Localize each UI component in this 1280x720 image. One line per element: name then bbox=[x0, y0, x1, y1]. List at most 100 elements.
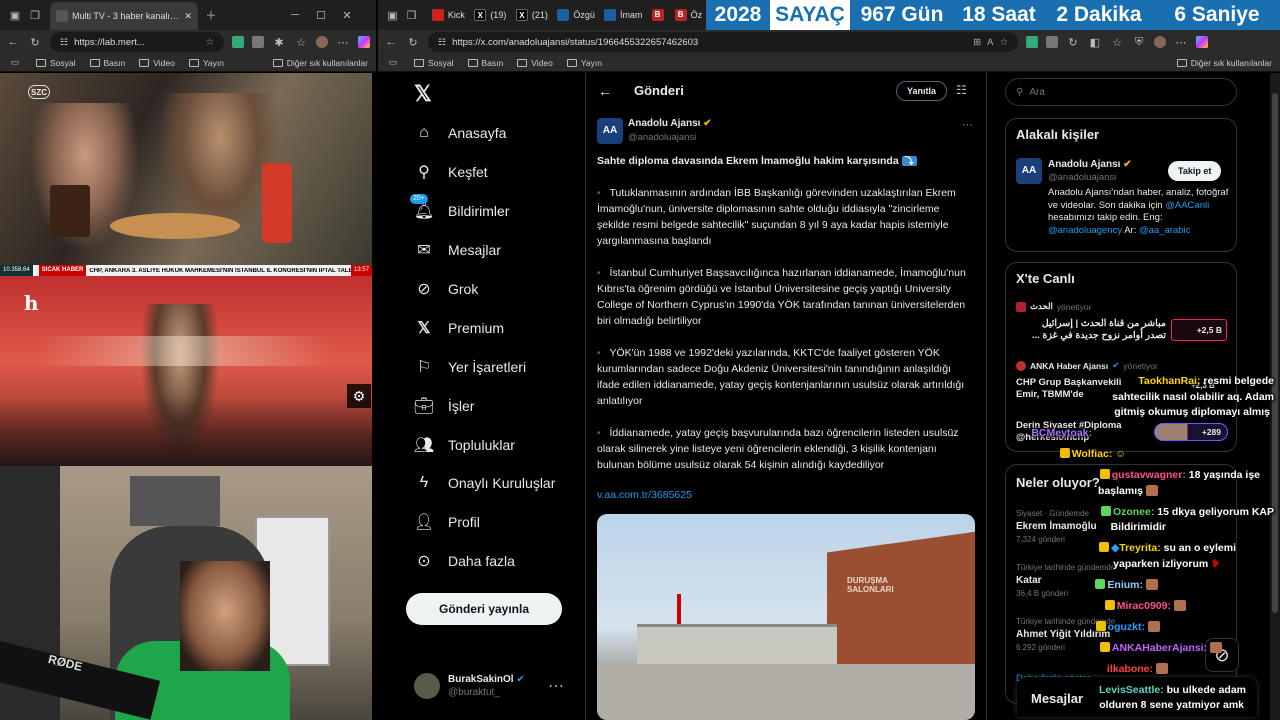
bookmark-sosyal[interactable]: Sosyal bbox=[414, 58, 454, 68]
site-info-icon[interactable]: ☷ bbox=[60, 37, 68, 48]
extension-icon-2[interactable] bbox=[252, 36, 264, 48]
account-switcher[interactable]: BurakSakinOl ✔ @buraktut_ ⋯ bbox=[414, 673, 564, 699]
avatar[interactable] bbox=[316, 36, 328, 48]
tweet-link[interactable]: v.aa.com.tr/3685625 bbox=[597, 489, 692, 501]
live1-host-row[interactable]: الحدث yönetiyor bbox=[1016, 301, 1091, 312]
right-tab-bar: ▣ ❐ Kick X (19) X (21) Özgü İmam B B Öz bbox=[378, 0, 706, 30]
menu-dots-icon[interactable]: ⋯ bbox=[336, 35, 350, 49]
live2-title[interactable]: CHP Grup Başkanvekili Emir, TBMM'de bbox=[1016, 377, 1121, 401]
bookmark-sosyal[interactable]: Sosyal bbox=[36, 58, 76, 68]
copilot-icon[interactable] bbox=[1196, 36, 1208, 48]
tab-x-19[interactable]: X (19) bbox=[468, 3, 510, 27]
shield-icon[interactable]: ⛨ bbox=[1132, 35, 1146, 49]
extension-icon-2[interactable] bbox=[1046, 36, 1058, 48]
nav-item-home[interactable]: ⌂ Anasayfa bbox=[414, 123, 506, 143]
bookmark-yayin[interactable]: Yayın bbox=[566, 58, 602, 68]
scrollbar-thumb[interactable] bbox=[1272, 93, 1278, 613]
live1-listeners[interactable]: +2,5 B bbox=[1171, 319, 1227, 341]
nav-item-more[interactable]: ⊙ Daha fazla bbox=[414, 551, 515, 571]
search-input[interactable]: ⚲ Ara bbox=[1005, 78, 1237, 106]
bookmark-basin[interactable]: Basın bbox=[467, 58, 503, 68]
refresh-icon[interactable]: ↻ bbox=[406, 35, 420, 49]
extension-icon[interactable] bbox=[1026, 36, 1038, 48]
bookmark-yayin[interactable]: Yayın bbox=[188, 58, 224, 68]
window-close-icon[interactable]: ✕ bbox=[340, 8, 354, 22]
new-tab-icon[interactable]: ＋ bbox=[204, 8, 218, 22]
tab-kick[interactable]: Kick bbox=[426, 3, 468, 27]
nav-item-messages[interactable]: ✉ Mesajlar bbox=[414, 240, 501, 260]
workspaces-icon[interactable]: ▣ bbox=[8, 8, 22, 22]
maximize-icon[interactable]: ☐ bbox=[314, 8, 328, 22]
trend-item[interactable]: Siyaset · Gündemde Ekrem İmamoğlu 7.324 gö… bbox=[1016, 507, 1097, 546]
nav-item-explore[interactable]: ⚲ Keşfet bbox=[414, 162, 488, 182]
tab-actions-icon[interactable]: ❐ bbox=[28, 8, 42, 22]
related-name-row[interactable]: Anadolu Ajansı ✔ bbox=[1048, 159, 1132, 170]
tab-actions-icon[interactable]: ❐ bbox=[405, 8, 418, 22]
tab-ozgur-1[interactable]: Özgü bbox=[551, 3, 598, 27]
read-aloud-icon[interactable]: A bbox=[987, 37, 993, 48]
app-available-icon[interactable]: ⊞ bbox=[973, 37, 981, 48]
bookmark-video[interactable]: Video bbox=[139, 58, 175, 68]
settings-sliders-icon[interactable]: ☷ bbox=[956, 83, 967, 97]
star-icon[interactable]: ☆ bbox=[205, 37, 214, 48]
back-icon[interactable]: ← bbox=[384, 35, 398, 49]
menu-dots-icon[interactable]: ⋯ bbox=[1174, 35, 1188, 49]
nav-item-bookmarks[interactable]: ⚐ Yer İşaretleri bbox=[414, 357, 526, 377]
refresh-ext-icon[interactable]: ↻ bbox=[1066, 35, 1080, 49]
star-icon[interactable]: ☆ bbox=[999, 37, 1008, 48]
post-button[interactable]: Gönderi yayınla bbox=[406, 593, 562, 625]
stream-szc-video[interactable]: SZC bbox=[0, 73, 372, 265]
more-dots-icon[interactable]: ⋯ bbox=[962, 118, 973, 131]
minimize-icon[interactable]: ─ bbox=[288, 8, 302, 22]
related-avatar[interactable]: AA bbox=[1016, 158, 1042, 184]
close-icon[interactable]: ✕ bbox=[184, 11, 192, 22]
right-url-field[interactable]: ☷ https://x.com/anadoluajansi/status/196… bbox=[428, 32, 1018, 52]
nav-item-verified-orgs[interactable]: ϟ Onaylı Kuruluşlar bbox=[414, 473, 556, 493]
nav-item-premium[interactable]: 𝕏 Premium bbox=[414, 318, 504, 338]
refresh-icon[interactable]: ↻ bbox=[28, 35, 42, 49]
workspaces-icon[interactable]: ▣ bbox=[386, 8, 399, 22]
bookmark-basin[interactable]: Basın bbox=[89, 58, 125, 68]
x-logo-icon[interactable]: 𝕏 bbox=[414, 81, 432, 107]
tweet-image[interactable]: DURUŞMA SALONLARI bbox=[597, 514, 975, 720]
reading-icon[interactable]: ▭ bbox=[386, 56, 400, 70]
tab-x-21[interactable]: X (21) bbox=[510, 3, 552, 27]
bio-link[interactable]: @aa_arabic bbox=[1139, 225, 1190, 236]
author-name-row[interactable]: Anadolu Ajansı ✔ bbox=[628, 118, 712, 129]
live1-title[interactable]: مباشر من قناة الحدث | إسرائيل تصدر أوامر … bbox=[1016, 318, 1166, 342]
back-icon[interactable]: ← bbox=[6, 35, 20, 49]
bio-link[interactable]: @anadoluagency bbox=[1048, 225, 1122, 236]
live3-listeners[interactable]: +289 bbox=[1154, 423, 1228, 441]
copilot-icon[interactable] bbox=[358, 36, 370, 48]
reading-icon[interactable]: ▭ bbox=[8, 56, 22, 70]
extensions-puzzle-icon[interactable]: ✱ bbox=[272, 35, 286, 49]
nav-label: Premium bbox=[448, 320, 505, 336]
back-arrow-icon[interactable]: ← bbox=[598, 83, 612, 99]
split-screen-icon[interactable]: ◧ bbox=[1088, 35, 1102, 49]
nav-item-jobs[interactable]: 💼︎ İşler bbox=[414, 396, 475, 416]
nav-item-communities[interactable]: 👥︎ Topluluklar bbox=[414, 435, 515, 455]
author-avatar[interactable]: AA bbox=[597, 118, 623, 144]
left-url-field[interactable]: ☷ https://lab.mert... ☆ bbox=[50, 32, 224, 52]
other-bookmarks[interactable]: Diğer sık kullanılanlar bbox=[272, 58, 368, 68]
avatar[interactable] bbox=[1154, 36, 1166, 48]
bookmark-video[interactable]: Video bbox=[517, 58, 553, 68]
nav-item-notifications[interactable]: 🔔︎ 20+ Bildirimler bbox=[410, 194, 509, 221]
favorites-icon[interactable]: ☆ bbox=[1110, 35, 1124, 49]
live2-host-row[interactable]: ANKA Haber Ajansı ✔ yönetiyor bbox=[1016, 360, 1158, 371]
follow-button[interactable]: Takip et bbox=[1168, 161, 1222, 181]
reply-button[interactable]: Yanıtla bbox=[896, 81, 948, 101]
nav-item-grok[interactable]: ⊘ Grok bbox=[414, 279, 478, 299]
extension-icon[interactable] bbox=[232, 36, 244, 48]
nav-item-profile[interactable]: 👤︎ Profil bbox=[414, 512, 480, 532]
other-bookmarks[interactable]: Diğer sık kullanılanlar bbox=[1176, 58, 1272, 68]
site-info-icon[interactable]: ☷ bbox=[438, 37, 446, 48]
tab-multitv[interactable]: Multi TV - 3 haber kanalını aynı a ✕ bbox=[50, 2, 198, 30]
bio-link[interactable]: @AACanli bbox=[1165, 200, 1209, 211]
settings-gear-icon[interactable]: ⚙ bbox=[347, 384, 371, 408]
tab-b-1[interactable]: B bbox=[646, 3, 669, 27]
favorites-icon[interactable]: ☆ bbox=[294, 35, 308, 49]
stream-halktv-video[interactable]: h ⚙ bbox=[0, 276, 372, 466]
tab-ozgur-2[interactable]: B Öz bbox=[669, 3, 706, 27]
tab-imamoglu[interactable]: İmam bbox=[598, 3, 646, 27]
